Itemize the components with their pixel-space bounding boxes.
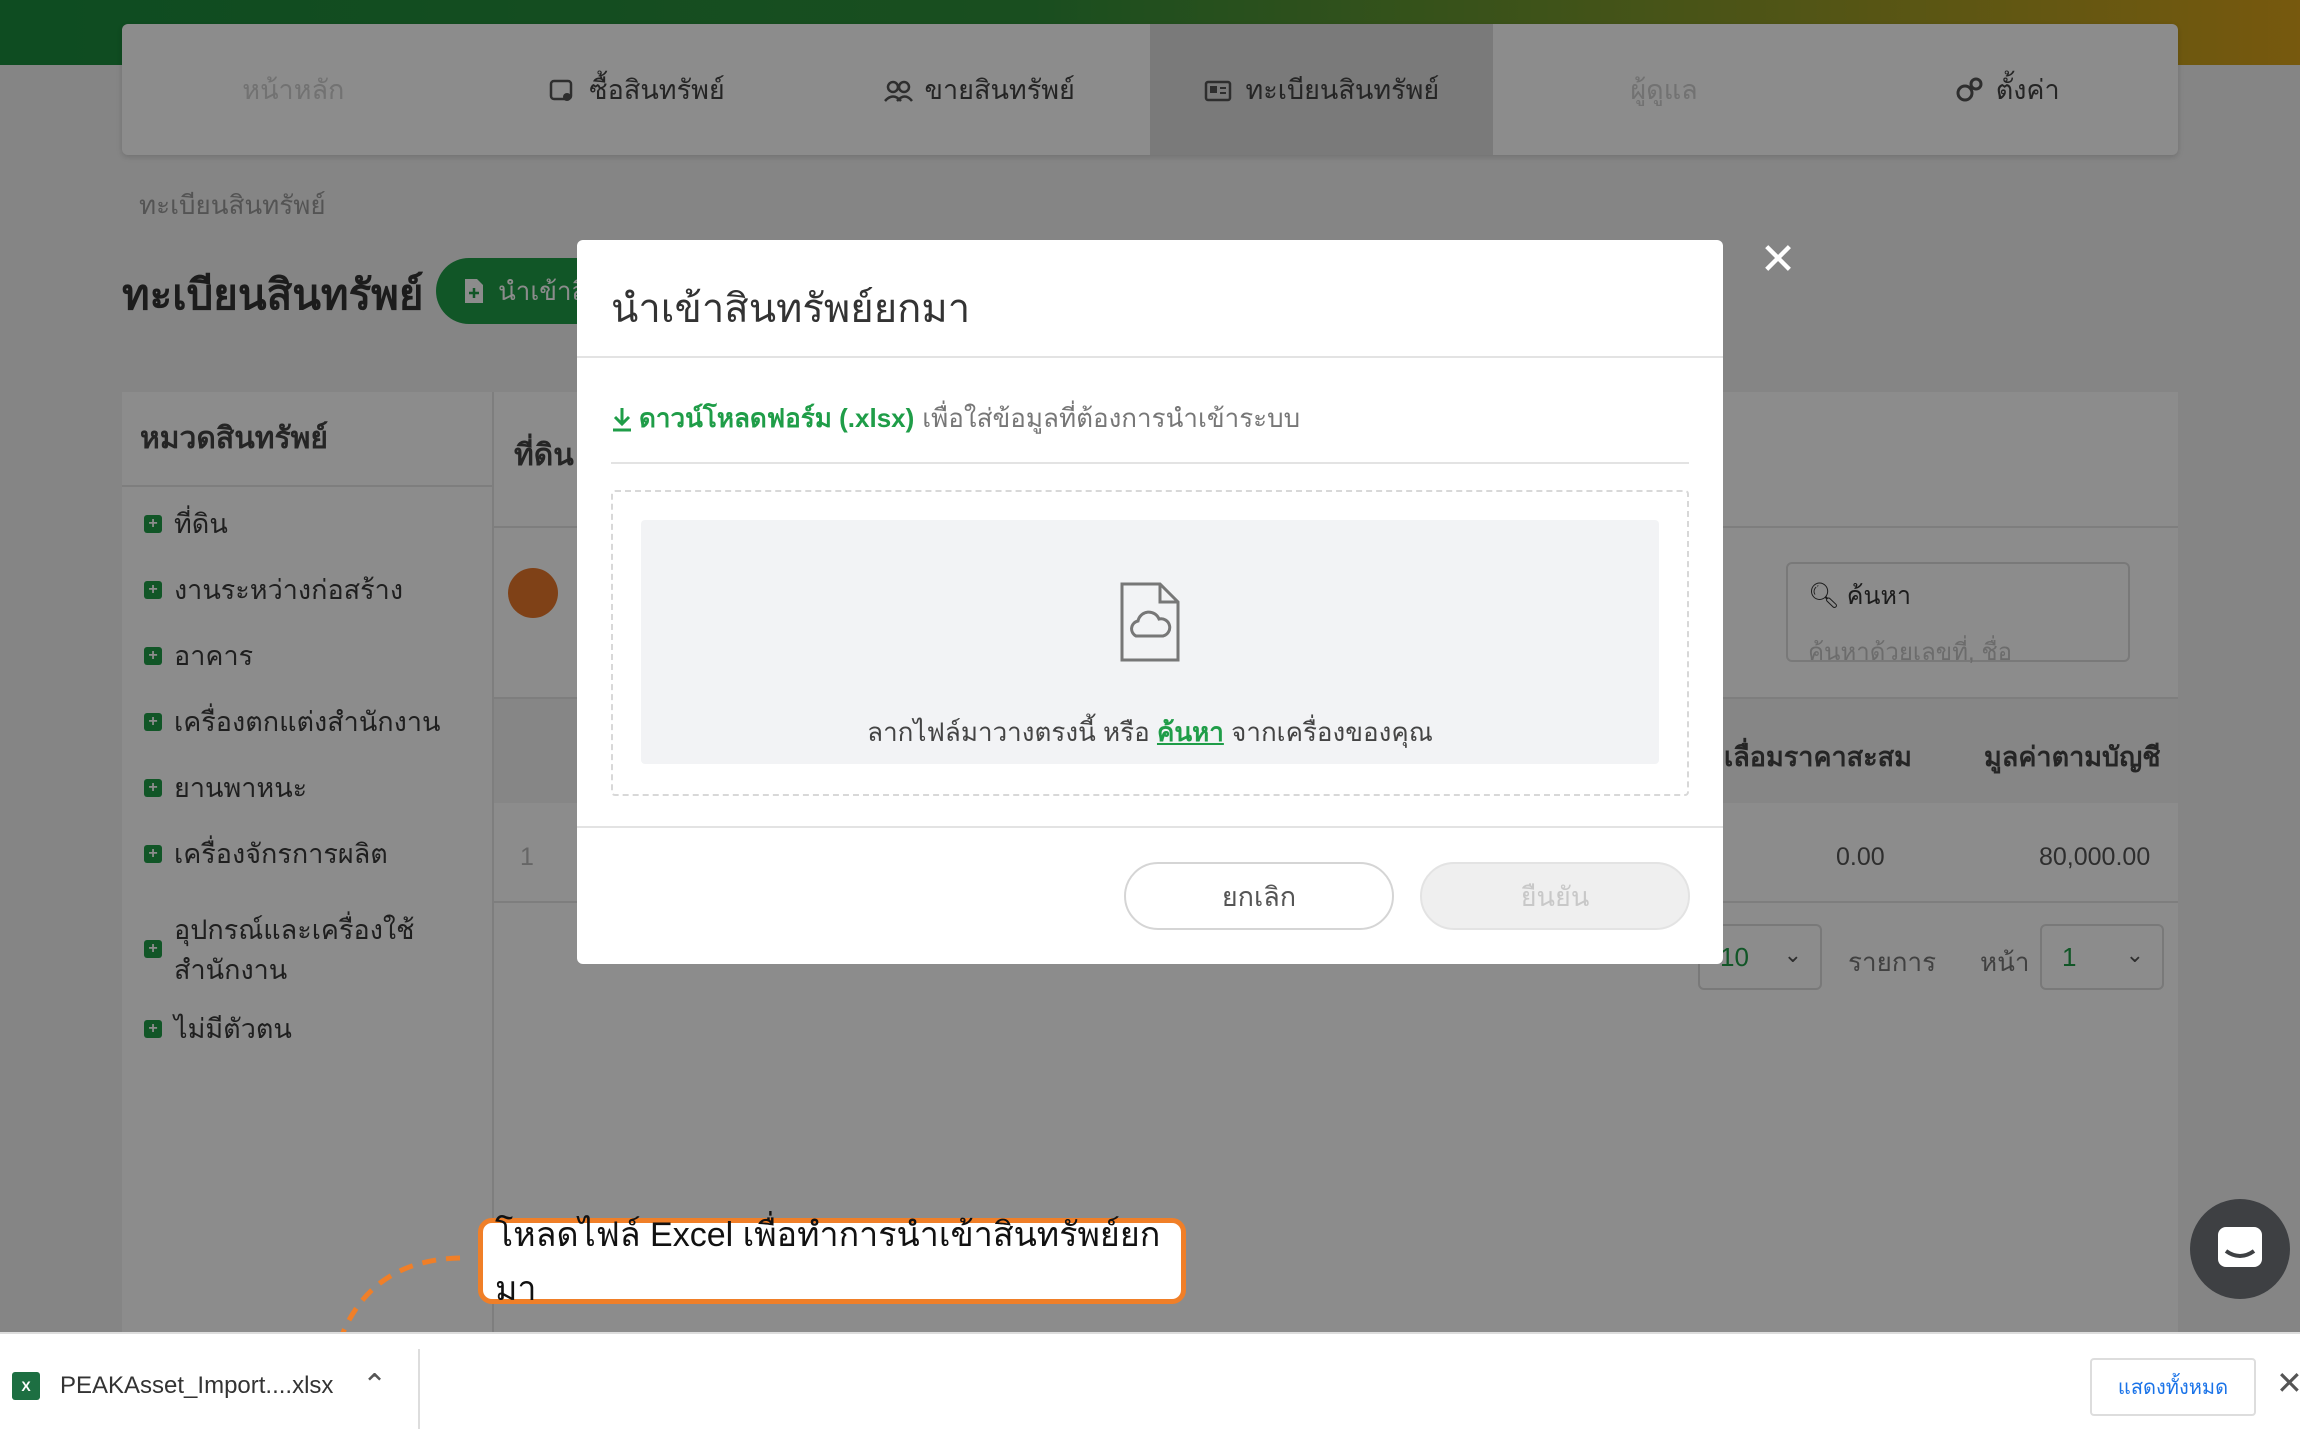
- divider: [577, 826, 1723, 828]
- file-dropzone[interactable]: ลากไฟล์มาวางตรงนี้ หรือ ค้นหา จากเครื่อง…: [611, 490, 1689, 796]
- dropzone-text-before: ลากไฟล์มาวางตรงนี้ หรือ: [867, 717, 1150, 747]
- dropzone-text-after: จากเครื่องของคุณ: [1231, 717, 1433, 747]
- show-all-downloads-button[interactable]: แสดงทั้งหมด: [2090, 1358, 2256, 1416]
- dropzone-text: ลากไฟล์มาวางตรงนี้ หรือ ค้นหา จากเครื่อง…: [641, 712, 1659, 753]
- divider: [611, 462, 1689, 464]
- chat-icon: [2218, 1227, 2262, 1267]
- download-form-link-text: ดาวน์โหลดฟอร์ม (.xlsx): [639, 403, 915, 433]
- chat-widget-button[interactable]: [2190, 1199, 2290, 1299]
- tutorial-callout: โหลดไฟล์ Excel เพื่อทำการนำเข้าสินทรัพย์…: [478, 1216, 1186, 1308]
- divider: [577, 356, 1723, 358]
- confirm-button[interactable]: ยืนยัน: [1420, 862, 1690, 930]
- downloaded-filename: PEAKAsset_Import....xlsx: [60, 1372, 334, 1399]
- chevron-up-icon[interactable]: ⌃: [362, 1368, 387, 1403]
- download-line: ดาวน์โหลดฟอร์ม (.xlsx) เพื่อใส่ข้อมูลที่…: [611, 398, 1300, 439]
- download-icon: [613, 407, 631, 431]
- downloaded-file-item[interactable]: X PEAKAsset_Import....xlsx: [12, 1372, 333, 1400]
- divider: [418, 1349, 420, 1429]
- browser-download-bar: X PEAKAsset_Import....xlsx ⌃ แสดงทั้งหมด…: [0, 1332, 2300, 1441]
- modal-title: นำเข้าสินทรัพย์ยกมา: [611, 287, 971, 331]
- dropzone-inner[interactable]: ลากไฟล์มาวางตรงนี้ หรือ ค้นหา จากเครื่อง…: [641, 520, 1659, 764]
- download-hint: เพื่อใส่ข้อมูลที่ต้องการนำเข้าระบบ: [922, 403, 1301, 433]
- browse-link[interactable]: ค้นหา: [1157, 717, 1224, 747]
- download-form-link[interactable]: ดาวน์โหลดฟอร์ม (.xlsx): [611, 398, 914, 439]
- import-modal: นำเข้าสินทรัพย์ยกมา ดาวน์โหลดฟอร์ม (.xls…: [577, 240, 1723, 964]
- close-icon[interactable]: ✕: [1758, 238, 1798, 282]
- cloud-file-icon: [1120, 582, 1180, 662]
- excel-file-icon: X: [12, 1372, 40, 1400]
- cancel-button[interactable]: ยกเลิก: [1124, 862, 1394, 930]
- close-icon[interactable]: ✕: [2276, 1364, 2300, 1402]
